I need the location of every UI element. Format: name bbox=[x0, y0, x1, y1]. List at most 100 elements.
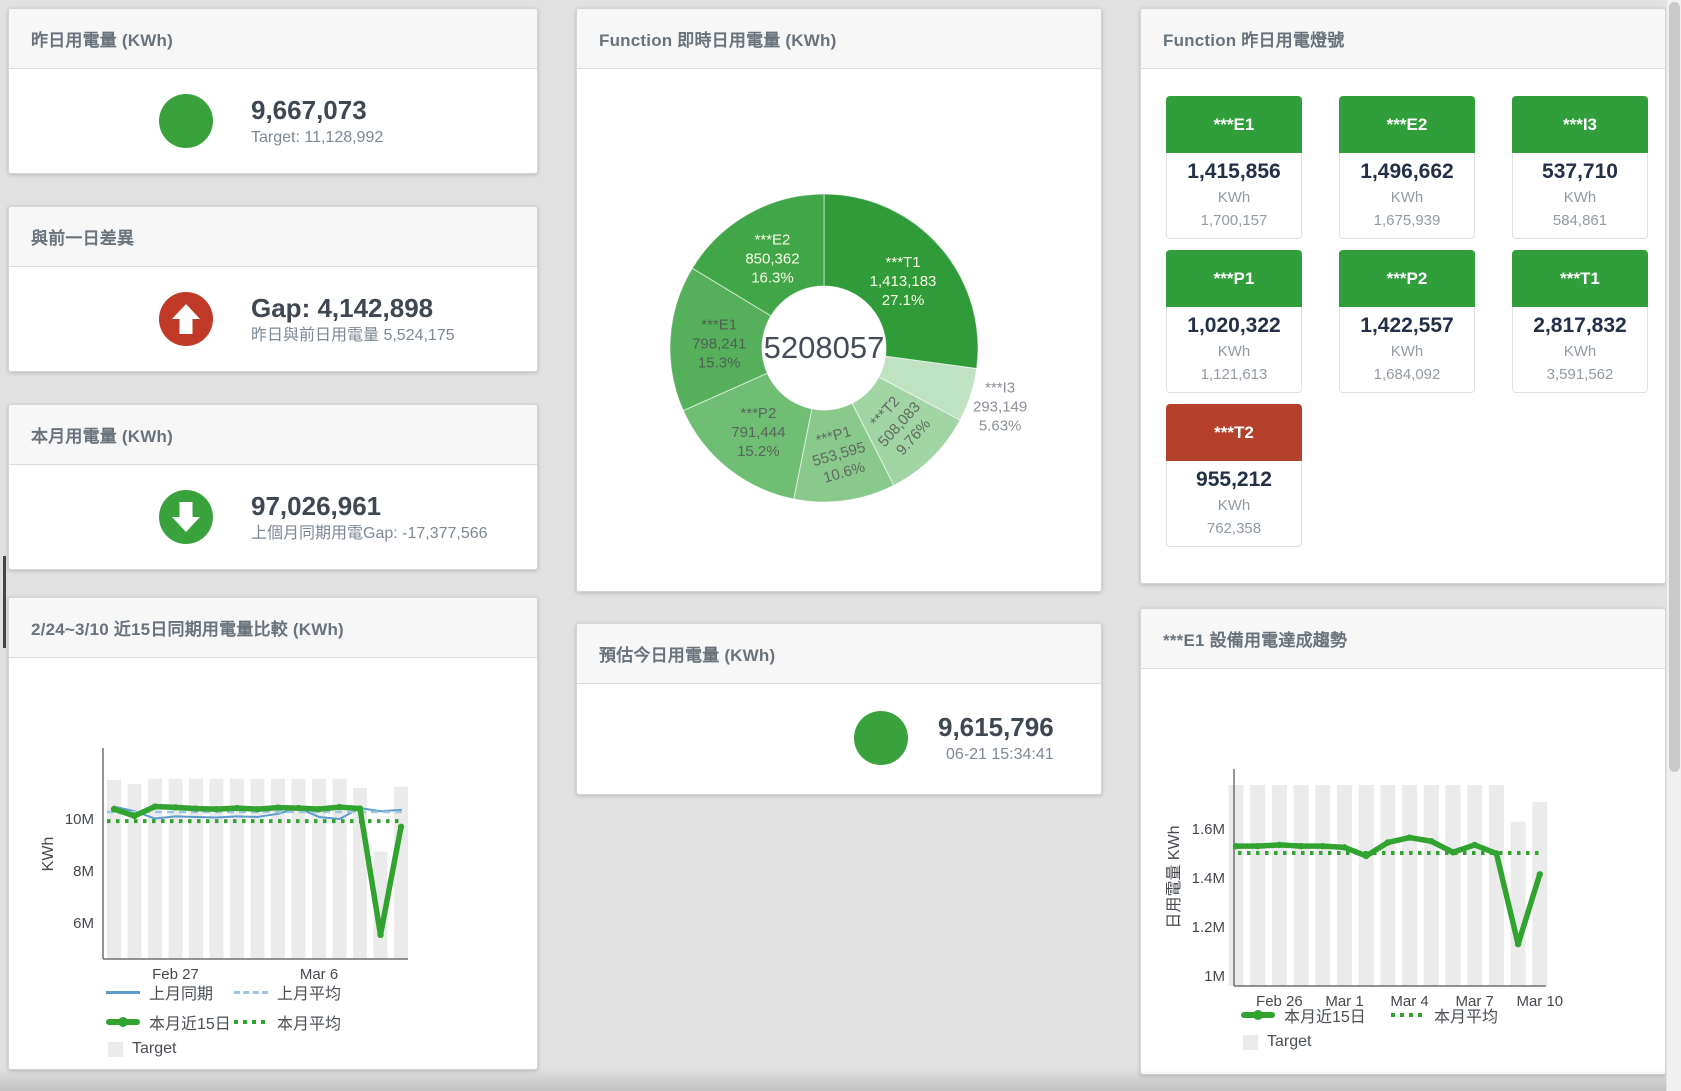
legend-label: 本月近15日 bbox=[149, 1010, 231, 1034]
panel-15day-comparison: 2/24~3/10 近15日同期用電量比較 (KWh) 6M8M10MFeb 2… bbox=[8, 597, 538, 1070]
panel-estimate-today: 預估今日用電量 (KWh) 9,615,796 06-21 15:34:41 bbox=[576, 623, 1102, 795]
panel-header: 與前一日差異 bbox=[9, 207, 537, 267]
legend-swatch-dots-icon bbox=[234, 1020, 268, 1024]
legend-item-thick[interactable]: 本月近15日 bbox=[106, 1010, 234, 1034]
tile-target: 1,121,613 bbox=[1167, 363, 1301, 386]
tile-status-header: ***I3 bbox=[1512, 96, 1648, 153]
series-point bbox=[1276, 842, 1282, 848]
status-tile-t1: ***T12,817,832KWh3,591,562 bbox=[1512, 250, 1648, 393]
tile-unit: KWh bbox=[1167, 340, 1301, 363]
tile-unit: KWh bbox=[1167, 494, 1301, 517]
estimate-today-timestamp: 06-21 15:34:41 bbox=[938, 743, 1054, 766]
series-point bbox=[1298, 843, 1304, 849]
status-tile-p1: ***P11,020,322KWh1,121,613 bbox=[1166, 250, 1302, 393]
series-point bbox=[1406, 834, 1412, 840]
legend-swatch-thick-icon bbox=[106, 1019, 140, 1025]
legend-item-dots[interactable]: 本月平均 bbox=[234, 1010, 414, 1034]
legend-swatch-square-icon bbox=[1243, 1035, 1258, 1050]
tile-target: 584,861 bbox=[1513, 209, 1647, 232]
legend-item-dots[interactable]: 本月平均 bbox=[1391, 1003, 1571, 1027]
series-point bbox=[398, 824, 404, 830]
panel-title-month-usage[interactable]: 本月用電量 (KWh) bbox=[31, 422, 173, 447]
status-tile-e2: ***E21,496,662KWh1,675,939 bbox=[1339, 96, 1475, 239]
series-point bbox=[1428, 838, 1434, 844]
y-tick-label: 1.2M bbox=[1192, 919, 1225, 936]
tile-body: 1,422,557KWh1,684,092 bbox=[1339, 307, 1475, 393]
y-tick-label: 10M bbox=[65, 811, 94, 828]
legend-item-line[interactable]: 上月同期 bbox=[106, 980, 234, 1004]
series-point bbox=[131, 813, 137, 819]
status-tile-i3: ***I3 537,710KWh584,861 bbox=[1512, 96, 1648, 239]
status-circle-icon bbox=[854, 711, 908, 765]
tile-value: 537,710 bbox=[1513, 157, 1647, 186]
legend-swatch-dash-icon bbox=[234, 991, 268, 994]
window-edge-artifact bbox=[3, 556, 6, 648]
tile-value: 1,020,322 bbox=[1167, 311, 1301, 340]
panel-title-prev-day-gap[interactable]: 與前一日差異 bbox=[31, 224, 134, 249]
series-point bbox=[1255, 843, 1261, 849]
tile-body: 1,415,856KWh1,700,157 bbox=[1166, 153, 1302, 239]
panel-title-estimate-today[interactable]: 預估今日用電量 (KWh) bbox=[599, 641, 775, 666]
series-point bbox=[172, 804, 178, 810]
yesterday-usage-target: Target: 11,128,992 bbox=[251, 126, 383, 149]
prev-day-gap-value: Gap: 4,142,898 bbox=[251, 292, 455, 324]
y-tick-label: 8M bbox=[73, 863, 94, 880]
tile-unit: KWh bbox=[1340, 186, 1474, 209]
series-point bbox=[234, 805, 240, 811]
tile-status-header: ***E1 bbox=[1166, 96, 1302, 153]
status-tile-t2: ***T2955,212KWh762,358 bbox=[1166, 404, 1302, 547]
legend-label: 本月平均 bbox=[277, 1010, 341, 1034]
status-tiles-grid: ***E11,415,856KWh1,700,157 ***E21,496,662… bbox=[1166, 96, 1648, 547]
series-point bbox=[295, 805, 301, 811]
tile-target: 3,591,562 bbox=[1513, 363, 1647, 386]
legend-swatch-thick-icon bbox=[1241, 1012, 1275, 1018]
legend-label: 上月平均 bbox=[277, 980, 341, 1004]
tile-unit: KWh bbox=[1513, 186, 1647, 209]
series-point bbox=[1385, 839, 1391, 845]
tile-body: 2,817,832KWh3,591,562 bbox=[1512, 307, 1648, 393]
panel-body: 9,615,796 06-21 15:34:41 bbox=[577, 684, 1101, 794]
tile-target: 1,700,157 bbox=[1167, 209, 1301, 232]
legend-item-square[interactable]: Target bbox=[106, 1040, 234, 1058]
tile-target: 762,358 bbox=[1167, 517, 1301, 540]
legend-swatch-dots-icon bbox=[1391, 1013, 1425, 1017]
series-point bbox=[1537, 871, 1543, 877]
legend-item-dash[interactable]: 上月平均 bbox=[234, 980, 414, 1004]
down-arrow-icon bbox=[159, 490, 213, 544]
series-point bbox=[1320, 843, 1326, 849]
series-point bbox=[1493, 850, 1499, 856]
donut-chart-svg: ***T11,413,18327.1%***I3293,1495.63%***T… bbox=[577, 9, 1103, 593]
legend-label: Target bbox=[132, 1040, 176, 1058]
tile-body: 955,212KWh762,358 bbox=[1166, 461, 1302, 547]
legend-label: Target bbox=[1267, 1033, 1311, 1051]
panel-body: 97,026,961 上個月同期用電Gap: -17,377,566 bbox=[9, 465, 537, 569]
y-axis-title: 日用電量 KWh bbox=[1166, 825, 1183, 928]
y-axis-title: KWh bbox=[40, 837, 57, 872]
series-point bbox=[193, 805, 199, 811]
legend-item-thick[interactable]: 本月近15日 bbox=[1241, 1003, 1391, 1027]
series-point bbox=[275, 804, 281, 810]
tile-value: 2,817,832 bbox=[1513, 311, 1647, 340]
series-point bbox=[1515, 941, 1521, 947]
legend-label: 上月同期 bbox=[149, 980, 213, 1004]
series-point bbox=[1472, 842, 1478, 848]
yesterday-usage-value: 9,667,073 bbox=[251, 94, 383, 126]
panel-title-yesterday-usage[interactable]: 昨日用電量 (KWh) bbox=[31, 26, 173, 51]
panel-title-yesterday-lights[interactable]: Function 昨日用電燈號 bbox=[1163, 26, 1344, 51]
legend-label: 本月近15日 bbox=[1284, 1003, 1366, 1027]
vertical-scrollbar[interactable] bbox=[1666, 0, 1681, 1091]
panel-header: Function 昨日用電燈號 bbox=[1141, 9, 1665, 69]
y-tick-label: 1M bbox=[1204, 968, 1225, 985]
series-point bbox=[1450, 849, 1456, 855]
tile-target: 1,675,939 bbox=[1340, 209, 1474, 232]
scrollbar-thumb[interactable] bbox=[1669, 2, 1680, 772]
legend-label: 本月平均 bbox=[1434, 1003, 1498, 1027]
series-point bbox=[1363, 853, 1369, 859]
series-point bbox=[254, 806, 260, 812]
tile-status-header: ***P2 bbox=[1339, 250, 1475, 307]
legend-item-square[interactable]: Target bbox=[1241, 1033, 1391, 1051]
panel-e1-trend: ***E1 設備用電達成趨勢 1M1.2M1.4M1.6MFeb 26Mar 1… bbox=[1140, 608, 1666, 1075]
series-point bbox=[316, 806, 322, 812]
estimate-today-value: 9,615,796 bbox=[938, 711, 1054, 743]
dashboard: { "colors": { "page_bg": "#e1e1e1", "gre… bbox=[0, 0, 1681, 1091]
